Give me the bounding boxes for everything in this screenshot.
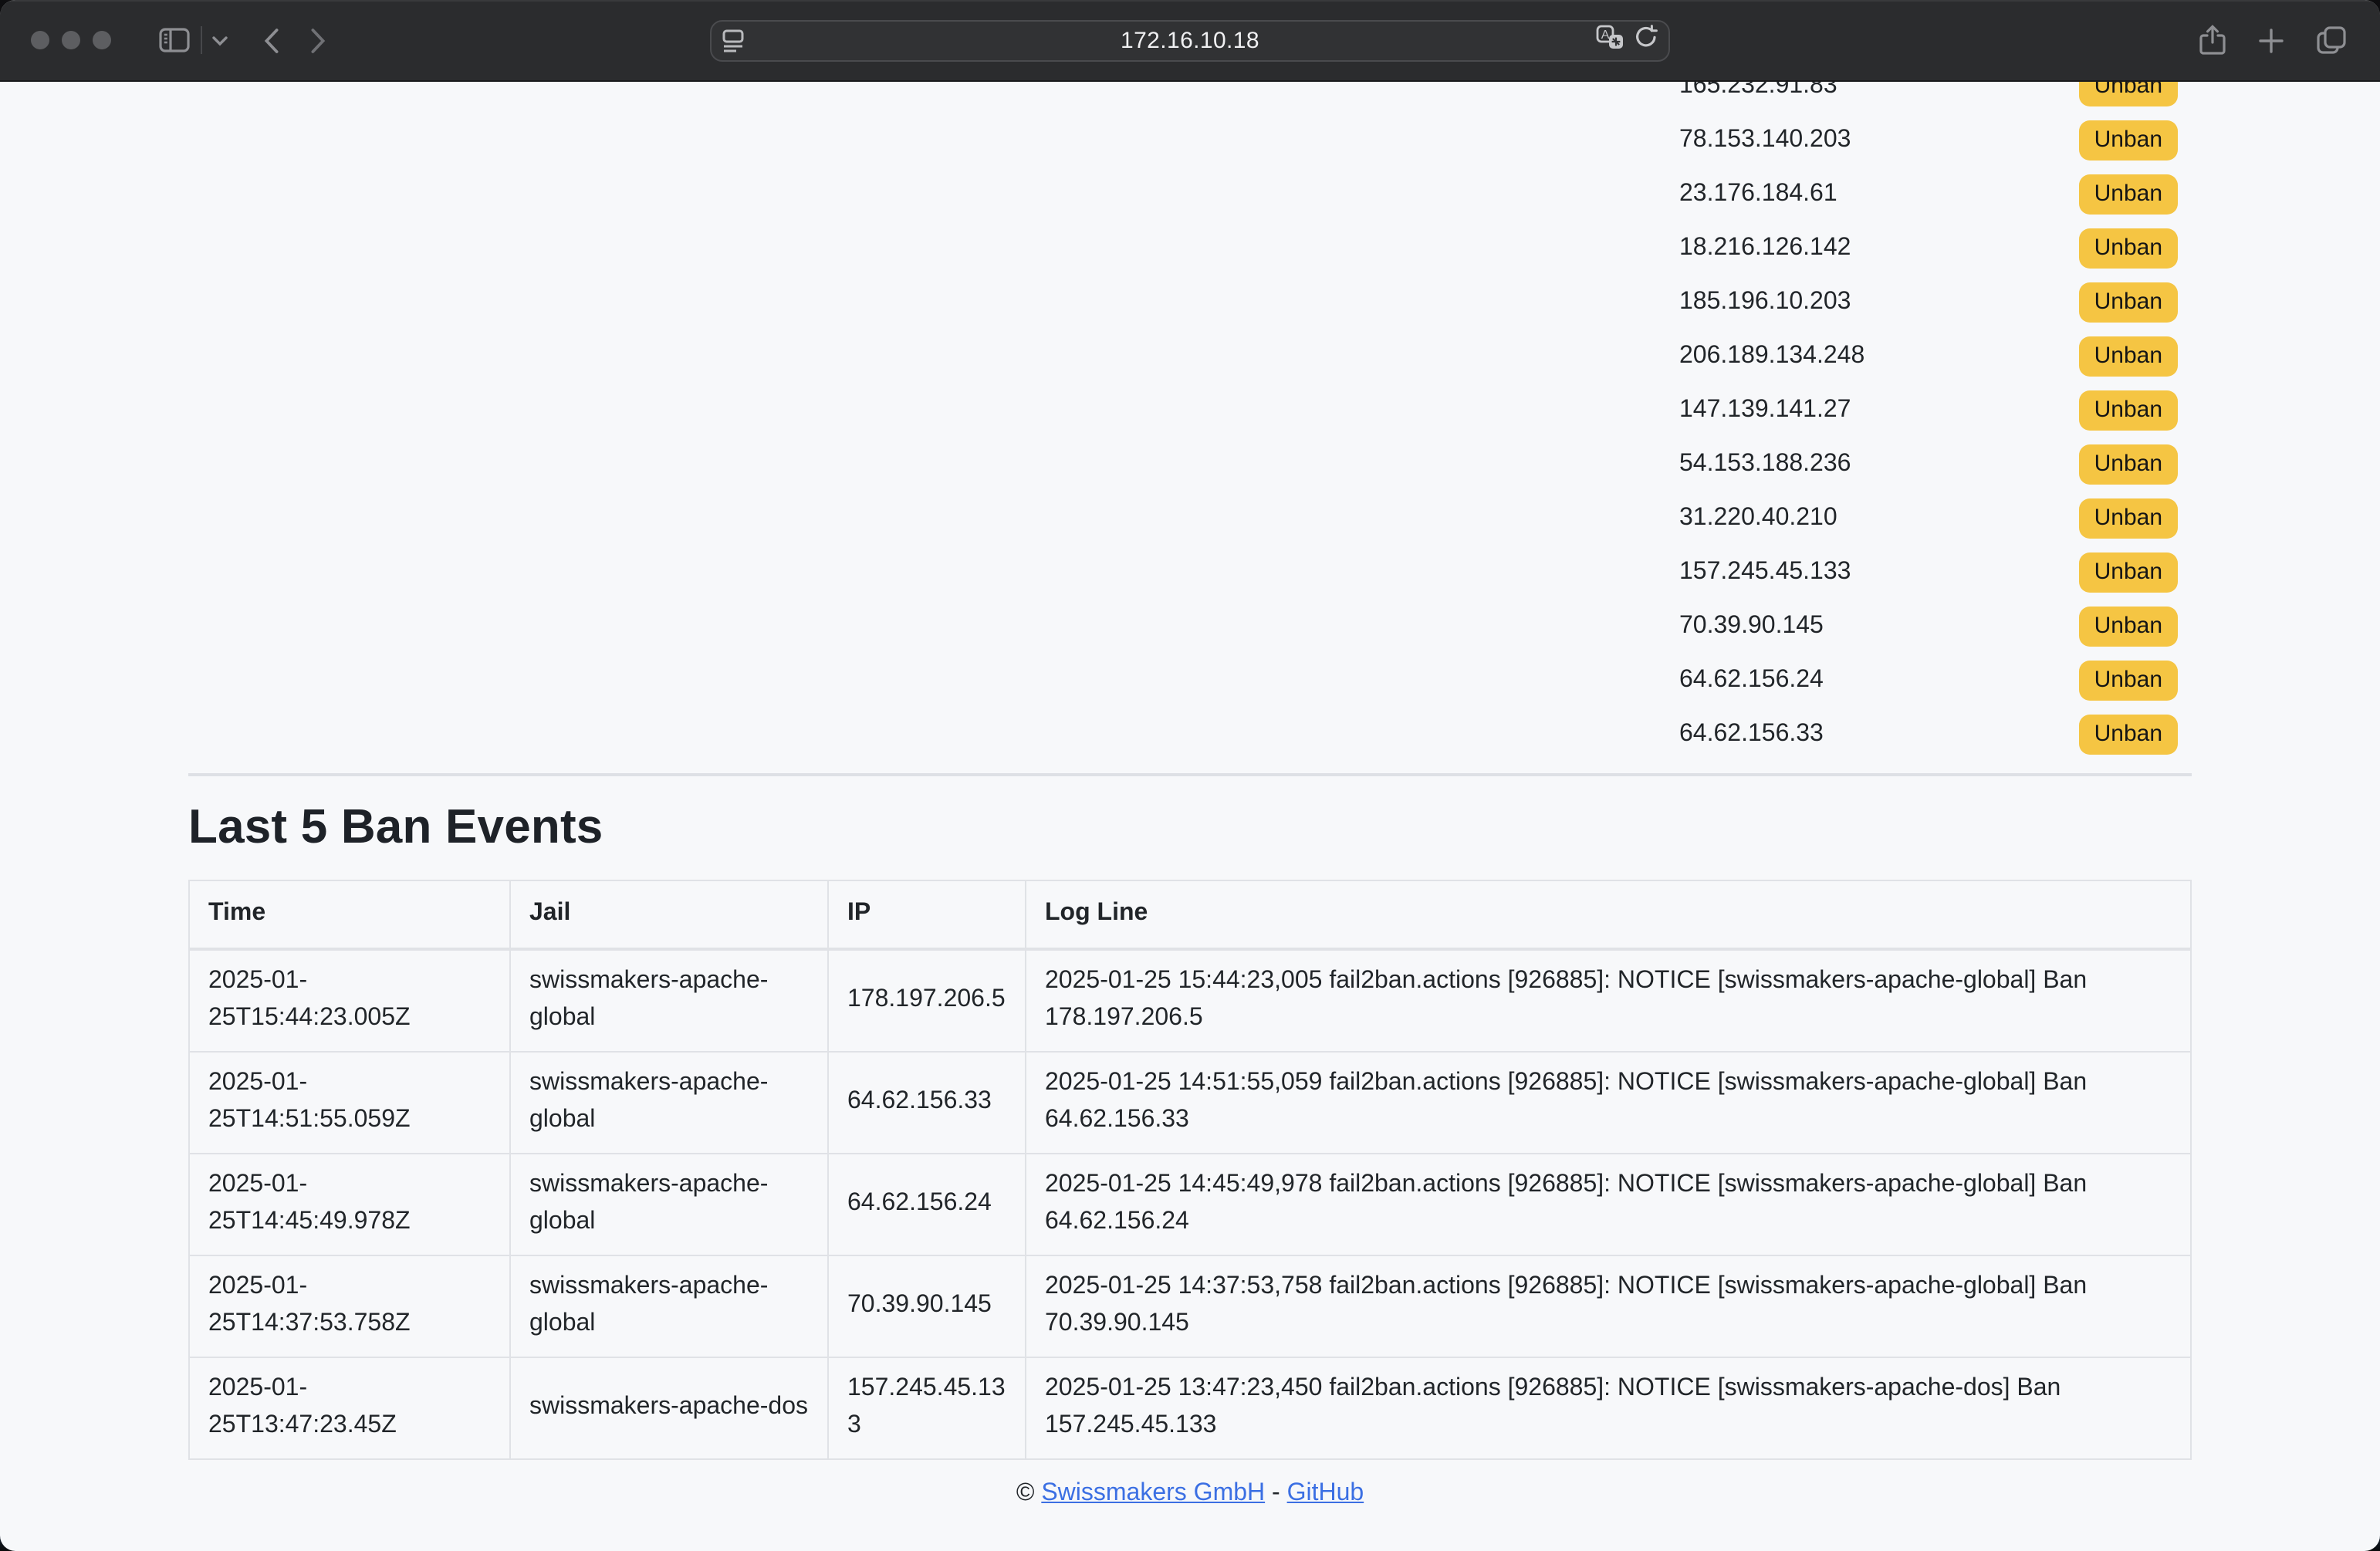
banned-ip-address: 206.189.134.248 [1679,342,1864,370]
github-link[interactable]: GitHub [1287,1479,1364,1505]
web-page: 165.232.91.83 Unban 78.153.140.203 Unban… [0,0,2380,1551]
event-ip: 178.197.206.5 [828,948,1026,1051]
banned-ip-address: 185.196.10.203 [1679,288,1851,316]
unban-button[interactable]: Unban [2079,390,2178,430]
event-ip: 64.62.156.33 [828,1051,1026,1153]
banned-ip-address: 64.62.156.33 [1679,720,1824,748]
banned-ip-row: 64.62.156.24 Unban [188,653,2192,707]
column-header-ip: IP [828,880,1026,948]
footer-separator: - [1272,1479,1280,1505]
banned-ip-row: 78.153.140.203 Unban [188,113,2192,167]
minimize-button[interactable] [62,31,80,49]
ban-events-table: Time Jail IP Log Line 2025-01-25T15:44:2… [188,880,2192,1459]
event-jail: swissmakers-apache-global [510,948,828,1051]
reload-icon[interactable] [1635,25,1658,57]
event-time: 2025-01-25T13:47:23.45Z [189,1357,510,1458]
toolbar-separator [201,26,202,54]
banned-ip-row: 147.139.141.27 Unban [188,383,2192,437]
svg-text:A: A [1601,29,1610,42]
chevron-down-icon[interactable] [211,35,228,46]
event-ip: 64.62.156.24 [828,1153,1026,1255]
event-jail: swissmakers-apache-global [510,1255,828,1357]
banned-ip-row: 18.216.126.142 Unban [188,221,2192,275]
event-log-line: 2025-01-25 14:45:49,978 fail2ban.actions… [1026,1153,2191,1255]
browser-window: 172.16.10.18 A [0,0,2380,1551]
browser-toolbar: 172.16.10.18 A [0,0,2380,80]
event-ip: 157.245.45.133 [828,1357,1026,1458]
window-controls [31,31,111,49]
event-jail: swissmakers-apache-global [510,1051,828,1153]
ban-event-row: 2025-01-25T15:44:23.005Z swissmakers-apa… [189,948,2191,1051]
ban-event-row: 2025-01-25T14:51:55.059Z swissmakers-apa… [189,1051,2191,1153]
unban-button[interactable]: Unban [2079,120,2178,160]
event-log-line: 2025-01-25 14:51:55,059 fail2ban.actions… [1026,1051,2191,1153]
unban-button[interactable]: Unban [2079,174,2178,214]
ban-event-row: 2025-01-25T14:37:53.758Z swissmakers-apa… [189,1255,2191,1357]
section-divider [188,773,2192,776]
banned-ip-row: 31.220.40.210 Unban [188,491,2192,545]
translate-icon[interactable]: A [1596,25,1624,57]
back-icon[interactable] [264,27,279,53]
event-ip: 70.39.90.145 [828,1255,1026,1357]
ban-event-row: 2025-01-25T14:45:49.978Z swissmakers-apa… [189,1153,2191,1255]
url-text: 172.16.10.18 [712,28,1668,54]
unban-button[interactable]: Unban [2079,714,2178,754]
event-time: 2025-01-25T14:51:55.059Z [189,1051,510,1153]
close-button[interactable] [31,31,49,49]
column-header-logline: Log Line [1026,880,2191,948]
banned-ip-list: 165.232.91.83 Unban 78.153.140.203 Unban… [188,0,2192,761]
banned-ip-address: 70.39.90.145 [1679,612,1824,640]
banned-ip-row: 157.245.45.133 Unban [188,545,2192,599]
banned-ip-row: 23.176.184.61 Unban [188,167,2192,221]
unban-button[interactable]: Unban [2079,282,2178,322]
address-bar[interactable]: 172.16.10.18 A [710,20,1670,62]
banned-ip-address: 31.220.40.210 [1679,504,1837,532]
event-jail: swissmakers-apache-dos [510,1357,828,1458]
event-log-line: 2025-01-25 14:37:53,758 fail2ban.actions… [1026,1255,2191,1357]
banned-ip-row: 70.39.90.145 Unban [188,599,2192,653]
share-icon[interactable] [2199,25,2226,56]
tab-overview-icon[interactable] [2317,26,2346,54]
unban-button[interactable]: Unban [2079,444,2178,484]
banned-ip-address: 147.139.141.27 [1679,396,1851,424]
banned-ip-address: 157.245.45.133 [1679,558,1851,586]
banned-ip-row: 54.153.188.236 Unban [188,437,2192,491]
new-tab-icon[interactable] [2258,27,2284,53]
banned-ip-address: 54.153.188.236 [1679,450,1851,478]
event-log-line: 2025-01-25 15:44:23,005 fail2ban.actions… [1026,948,2191,1051]
column-header-jail: Jail [510,880,828,948]
unban-button[interactable]: Unban [2079,228,2178,268]
ban-events-title: Last 5 Ban Events [188,798,2192,857]
unban-button[interactable]: Unban [2079,552,2178,592]
zoom-button[interactable] [93,31,111,49]
banned-ip-row: 64.62.156.33 Unban [188,707,2192,761]
event-time: 2025-01-25T15:44:23.005Z [189,948,510,1051]
event-log-line: 2025-01-25 13:47:23,450 fail2ban.actions… [1026,1357,2191,1458]
sidebar-toggle-icon[interactable] [159,28,190,52]
banned-ip-address: 18.216.126.142 [1679,234,1851,262]
company-link[interactable]: Swissmakers GmbH [1041,1479,1265,1505]
event-time: 2025-01-25T14:37:53.758Z [189,1255,510,1357]
event-jail: swissmakers-apache-global [510,1153,828,1255]
banned-ip-address: 23.176.184.61 [1679,180,1837,208]
banned-ip-row: 185.196.10.203 Unban [188,275,2192,329]
unban-button[interactable]: Unban [2079,498,2178,538]
table-header-row: Time Jail IP Log Line [189,880,2191,948]
banned-ip-row: 206.189.134.248 Unban [188,329,2192,383]
forward-icon[interactable] [310,27,326,53]
column-header-time: Time [189,880,510,948]
copyright-symbol: © [1016,1479,1035,1505]
ban-event-row: 2025-01-25T13:47:23.45Z swissmakers-apac… [189,1357,2191,1458]
unban-button[interactable]: Unban [2079,606,2178,646]
event-time: 2025-01-25T14:45:49.978Z [189,1153,510,1255]
banned-ip-address: 78.153.140.203 [1679,126,1851,154]
unban-button[interactable]: Unban [2079,660,2178,700]
banned-ip-address: 64.62.156.24 [1679,666,1824,694]
page-footer: © Swissmakers GmbH - GitHub [188,1479,2192,1507]
unban-button[interactable]: Unban [2079,336,2178,376]
